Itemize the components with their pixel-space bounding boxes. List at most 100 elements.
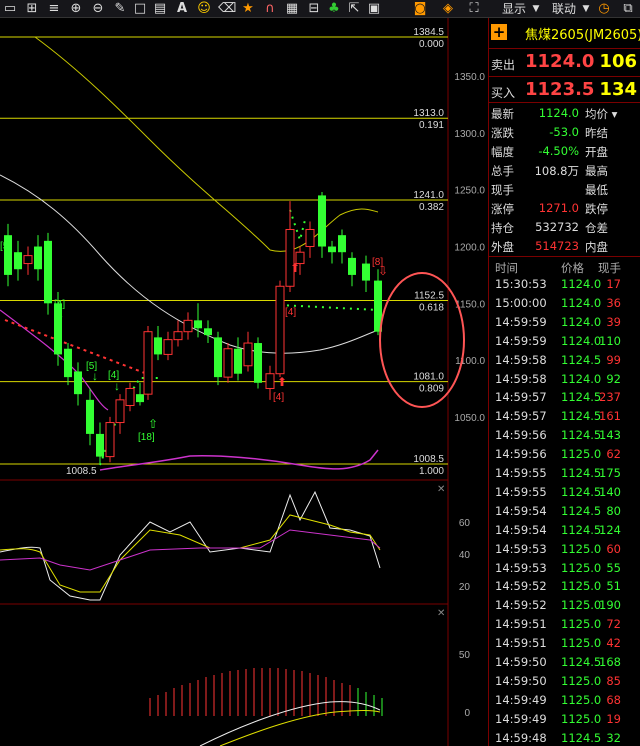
tick-volume: 17: [606, 277, 621, 291]
candle-body: [223, 348, 233, 378]
zoom-in-icon[interactable]: ⊕: [68, 1, 84, 17]
tick-volume: 42: [606, 636, 621, 651]
tick-volume: 55: [606, 560, 621, 575]
link-menu[interactable]: 联动: [552, 2, 576, 16]
tick-volume: 60: [606, 541, 621, 556]
macd-dea-line: [219, 710, 381, 746]
square-icon[interactable]: □: [132, 1, 148, 17]
tick-time: 14:59:59: [495, 314, 547, 329]
close-pane-icon: ✕: [437, 608, 445, 619]
tick-volume: 39: [606, 314, 621, 329]
macd-axis-label: 0: [464, 708, 470, 719]
chevron-down-icon[interactable]: ▼: [578, 1, 594, 17]
ask-price: 1124.0: [525, 51, 595, 72]
tick-time: 14:59:53: [495, 560, 547, 575]
kdj-d-line: [0, 514, 381, 593]
candle-body: [125, 387, 135, 407]
stat-label: 现手: [491, 183, 514, 197]
candle-body: [105, 422, 115, 458]
tick-volume: 110: [599, 333, 621, 348]
stat-value: -53.0: [549, 125, 579, 139]
price-axis-label: 1300.0: [454, 129, 485, 140]
calculator-icon[interactable]: ▦: [284, 1, 300, 17]
club-icon[interactable]: ♣: [326, 1, 342, 17]
panel-header: + 焦煤2605(JM2605): [489, 18, 640, 48]
tick-time: 14:59:58: [495, 371, 547, 386]
grid-icon[interactable]: ⊞: [24, 1, 40, 17]
candle-body: [254, 343, 262, 383]
stat-row: 总手 108.8万 最高: [489, 161, 640, 180]
tick-time: 14:59:57: [495, 390, 547, 405]
candle-body: [204, 328, 212, 336]
font-icon[interactable]: A: [174, 1, 190, 17]
ma-yellow-line: [34, 36, 379, 252]
candle-body: [163, 339, 173, 355]
badge-icon[interactable]: ◙: [412, 1, 428, 17]
tick-volume: 143: [599, 428, 621, 443]
smiley-icon[interactable]: ☺: [196, 1, 212, 17]
candle-body: [115, 399, 125, 424]
add-icon[interactable]: +: [491, 24, 507, 40]
tick-volume: 72: [606, 617, 621, 632]
candle-body: [338, 235, 346, 253]
tick-time: 14:59:52: [495, 579, 547, 594]
kdj-axis-label: 60: [459, 518, 471, 529]
eraser-icon[interactable]: ⌫: [218, 1, 236, 17]
tick-volume: 92: [606, 371, 621, 386]
candle-body: [96, 433, 104, 457]
ticks-header: 时间 价格 现手: [489, 258, 640, 276]
tick-row: 14:59:59 1124.0 110: [489, 332, 640, 351]
tick-row: 14:59:58 1124.5 99: [489, 351, 640, 370]
ask-label: 卖出: [491, 58, 516, 72]
stat-label: 最新: [491, 107, 514, 121]
candle-body: [74, 371, 82, 395]
price-axis-label: 1050.0: [454, 413, 485, 424]
menu-icon[interactable]: ≡: [46, 1, 62, 17]
tick-volume: 124: [599, 522, 621, 537]
fib-ratio-label: 0.000: [419, 39, 444, 50]
grid-small-icon[interactable]: ⊟: [306, 1, 322, 17]
bid-label: 买入: [491, 86, 516, 100]
pen-icon[interactable]: ✎: [112, 1, 128, 17]
tick-volume: 51: [606, 579, 621, 594]
tick-time: 14:59:55: [495, 484, 547, 499]
fib-price-label: 1384.5: [413, 27, 444, 38]
fullscreen-icon[interactable]: ⛶: [466, 1, 482, 17]
stat-label: 涨停: [491, 202, 514, 216]
tick-volume: 62: [606, 447, 621, 462]
stat-row: 最新 1124.0 均价 ▾: [489, 104, 640, 123]
zoom-out-icon[interactable]: ⊖: [90, 1, 106, 17]
stat-right-label[interactable]: 均价 ▾: [585, 106, 617, 122]
volume-ma-line: [99, 449, 379, 471]
tile-icon[interactable]: ▣: [366, 1, 382, 17]
tick-row: 14:59:49 1125.0 19: [489, 710, 640, 729]
clock-icon[interactable]: ◷: [596, 1, 612, 17]
candle-body: [318, 195, 326, 247]
tick-row: 14:59:50 1125.0 85: [489, 672, 640, 691]
bid-row[interactable]: 买入 1123.5 134: [489, 78, 640, 104]
tick-time: 14:59:49: [495, 692, 547, 707]
chart-icon[interactable]: ▤: [152, 1, 168, 17]
panel-icon[interactable]: ▭: [2, 1, 18, 17]
candle-body: [44, 240, 52, 304]
ask-row[interactable]: 卖出 1124.0 106: [489, 50, 640, 76]
fib-price-label: 1008.5: [413, 454, 444, 465]
candle-body: [265, 373, 275, 389]
display-menu[interactable]: 显示: [502, 2, 526, 16]
kline-chart[interactable]: ✕ ✕ 1384.5 0.000 1313.0 0.191 1241.0 0.382 1152…: [0, 18, 488, 746]
chevron-down-icon[interactable]: ▼: [528, 1, 544, 17]
layers-icon[interactable]: ◈: [440, 1, 456, 17]
signal-arrow-icon: ↓: [58, 307, 64, 321]
magnet-icon[interactable]: ∩: [262, 1, 278, 17]
window-icon[interactable]: ⧉: [620, 1, 636, 17]
macd-dif-line: [199, 701, 381, 746]
tick-time: 14:59:51: [495, 617, 547, 632]
export-icon[interactable]: ⇱: [346, 1, 362, 17]
tick-time: 14:59:55: [495, 466, 547, 480]
star-icon[interactable]: ★: [240, 1, 256, 17]
signal-marker: [4]: [273, 392, 284, 403]
tick-row: 14:59:48 1124.5 32: [489, 729, 640, 746]
tick-time: 14:59:48: [495, 730, 547, 745]
tick-volume: 161: [599, 409, 621, 424]
stat-row: 涨跌 -53.0 昨结: [489, 123, 640, 142]
